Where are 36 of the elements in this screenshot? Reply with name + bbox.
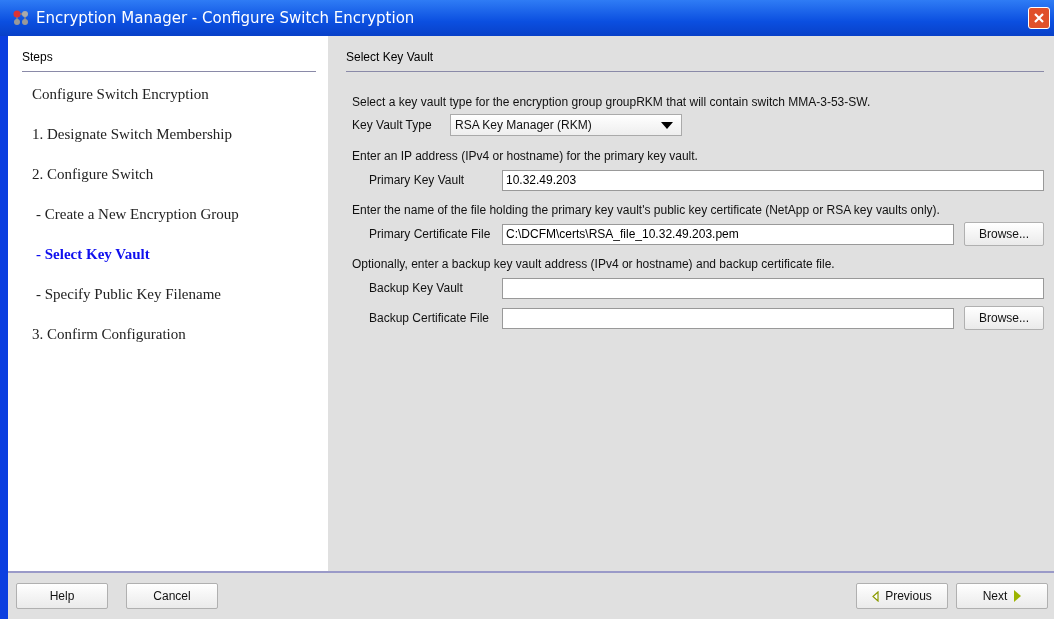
step-item: - Specify Public Key Filename (35, 285, 222, 304)
instruction-text: Enter an IP address (IPv4 or hostname) for the primary key vault. (352, 149, 698, 163)
window-title: Encryption Manager - Configure Switch Encryption (36, 9, 416, 27)
browse-button[interactable]: Browse... (964, 306, 1044, 330)
step-item: - Create a New Encryption Group (35, 205, 240, 224)
input-field[interactable]: 10.32.49.203 (502, 169, 1044, 191)
step-item: 2. Configure Switch (31, 165, 155, 184)
input-field[interactable] (502, 277, 1044, 299)
left-triangle-icon (872, 590, 880, 602)
key-vault-type-dropdown[interactable]: RSA Key Manager (RKM) (450, 114, 682, 136)
panel-title: Select Key Vault (346, 49, 435, 66)
instruction-text: Select a key vault type for the encryption group groupRKM that will contain switch MMA-3-53-SW. (352, 95, 871, 109)
footer-button[interactable]: Help (16, 583, 108, 609)
panel-title: Steps (22, 49, 54, 66)
input-field[interactable] (502, 307, 954, 329)
step-item: - Select Key Vault (35, 245, 151, 264)
close-button[interactable] (1028, 7, 1050, 29)
field-label: Backup Key Vault (368, 281, 464, 295)
field-label: Primary Key Vault (368, 173, 466, 187)
footer-button[interactable]: Cancel (126, 583, 218, 609)
right-triangle-icon (1013, 590, 1022, 602)
step-item: 3. Confirm Configuration (31, 325, 187, 344)
network-nodes-icon (12, 10, 30, 26)
caret-icon (661, 121, 673, 129)
input-field[interactable]: C:\DCFM\certs\RSA_file_10.32.49.203.pem (502, 223, 954, 245)
browse-button[interactable]: Browse... (964, 222, 1044, 246)
instruction-text: Optionally, enter a backup key vault address (IPv4 or hostname) and backup certificate file. (352, 257, 835, 271)
previous-button[interactable]: Previous (856, 583, 948, 609)
step-item: Configure Switch Encryption (31, 85, 210, 104)
instruction-text: Enter the name of the file holding the primary key vault's public key certificate (NetApp or RSA key vaults only). (352, 203, 940, 217)
field-label: Backup Certificate File (368, 311, 491, 325)
field-label: Key Vault Type (352, 118, 433, 132)
next-button[interactable]: Next (956, 583, 1048, 609)
step-item: 1. Designate Switch Membership (31, 125, 233, 144)
field-label: Primary Certificate File (368, 227, 492, 241)
close-icon (1033, 12, 1045, 24)
